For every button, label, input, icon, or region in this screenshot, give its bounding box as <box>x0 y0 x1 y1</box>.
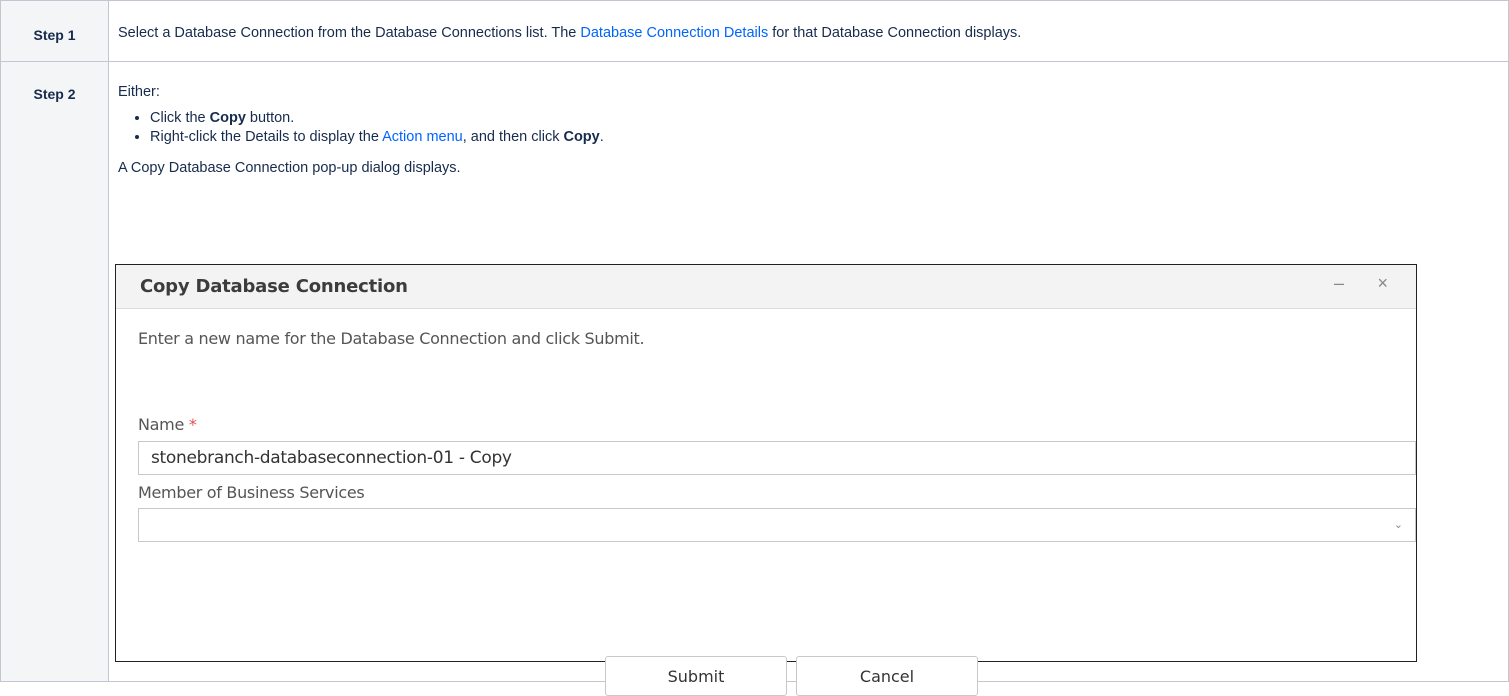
bullet-text: , and then click <box>462 129 564 145</box>
step-label: Step 2 <box>0 61 109 682</box>
list-item: Right-click the Details to display the A… <box>150 128 1498 147</box>
bullet-bold: Copy <box>209 110 246 126</box>
step-text: for that Database Connection displays. <box>768 25 1022 41</box>
business-services-label: Member of Business Services <box>138 483 365 502</box>
dialog-header: Copy Database Connection – × <box>116 265 1416 309</box>
step-after-text: A Copy Database Connection pop-up dialog… <box>118 160 461 176</box>
submit-button[interactable]: Submit <box>605 656 787 696</box>
chevron-down-icon: ⌄ <box>1393 518 1403 531</box>
step-text: Select a Database Connection from the Da… <box>118 25 581 41</box>
name-label: Name * <box>138 415 197 434</box>
action-menu-link[interactable]: Action menu <box>382 129 463 145</box>
dialog-instruction: Enter a new name for the Database Connec… <box>138 329 645 348</box>
step-body: Select a Database Connection from the Da… <box>108 0 1509 62</box>
name-label-text: Name <box>138 415 185 434</box>
required-mark: * <box>188 415 197 434</box>
step-row-1: Step 1 Select a Database Connection from… <box>0 0 1509 62</box>
cancel-button[interactable]: Cancel <box>796 656 978 696</box>
bullet-text: Click the <box>150 110 210 126</box>
bullet-list: Click the Copy button. Right-click the D… <box>118 109 1498 147</box>
business-services-select[interactable]: ⌄ <box>138 508 1416 542</box>
list-item: Click the Copy button. <box>150 109 1498 128</box>
bullet-text: Right-click the Details to display the <box>150 129 383 145</box>
bullet-bold: Copy <box>563 129 600 145</box>
dialog-title: Copy Database Connection <box>140 276 408 297</box>
close-icon[interactable]: × <box>1377 273 1388 294</box>
bullet-text: . <box>599 129 604 145</box>
minimize-icon[interactable]: – <box>1334 273 1344 294</box>
bullet-text: button. <box>245 110 295 126</box>
copy-database-connection-dialog: Copy Database Connection – × Enter a new… <box>115 264 1417 696</box>
name-input[interactable] <box>138 441 1416 475</box>
step-intro: Either: <box>118 84 160 100</box>
step-label: Step 1 <box>0 0 109 62</box>
database-connection-details-link[interactable]: Database Connection Details <box>580 25 768 41</box>
